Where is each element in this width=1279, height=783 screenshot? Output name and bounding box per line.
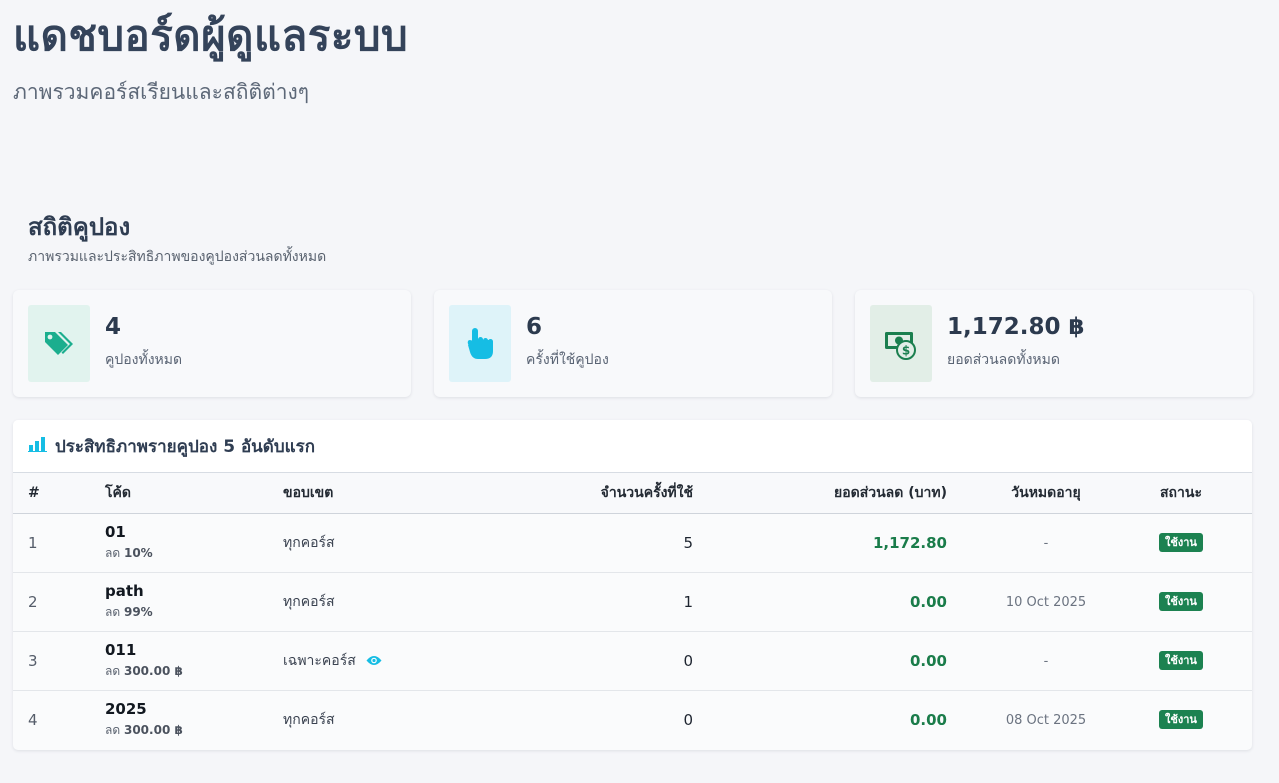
coupon-stats-title: สถิติคูปอง <box>28 213 131 241</box>
coupon-scope: ทุกคอร์ส <box>283 711 335 728</box>
coupon-total-discount: 0.00 <box>693 690 947 749</box>
coupon-status: ใช้งาน <box>1145 513 1252 572</box>
coupon-code-cell: 011 ลด 300.00 ฿ <box>105 631 283 690</box>
discount-value: 1,172.80 <box>872 533 947 552</box>
status-badge: ใช้งาน <box>1159 592 1203 611</box>
status-badge: ใช้งาน <box>1159 651 1203 670</box>
col-header-uses[interactable]: จำนวนครั้งที่ใช้ <box>523 473 693 513</box>
tags-icon <box>28 305 90 382</box>
page-subtitle: ภาพรวมคอร์สเรียนและสถิติต่างๆ <box>13 80 310 104</box>
discount-amount: 10% <box>123 546 153 560</box>
status-badge: ใช้งาน <box>1159 533 1203 552</box>
coupon-expiry: 08 Oct 2025 <box>947 690 1145 749</box>
coupon-performance-header: ประสิทธิภาพรายคูปอง 5 อันดับแรก <box>13 420 1252 473</box>
uses-value: 5 <box>683 533 693 552</box>
coupon-code: 2025 <box>105 700 147 719</box>
stat-value: 6 <box>526 314 543 340</box>
coupon-performance-table: # โค้ด ขอบเขต จำนวนครั้งที่ใช้ ยอดส่วนลด… <box>13 473 1252 749</box>
coupon-uses: 1 <box>523 572 693 631</box>
coupon-stats-header: สถิติคูปอง ภาพรวมและประสิทธิภาพของคูปองส… <box>28 210 326 268</box>
expiry-value: - <box>1043 535 1049 551</box>
coupon-expiry: - <box>947 631 1145 690</box>
coupon-performance-card: ประสิทธิภาพรายคูปอง 5 อันดับแรก # โค้ด ข… <box>13 420 1252 750</box>
coupon-uses: 0 <box>523 690 693 749</box>
coupon-code-cell: path ลด 99% <box>105 572 283 631</box>
expiry-value: 08 Oct 2025 <box>1005 712 1087 728</box>
expiry-value: - <box>1043 653 1049 669</box>
discount-amount: 300.00 ฿ <box>123 664 183 678</box>
col-header-status[interactable]: สถานะ <box>1145 473 1252 513</box>
uses-value: 1 <box>683 592 693 611</box>
stat-label: ยอดส่วนลดทั้งหมด <box>947 352 1060 368</box>
status-badge: ใช้งาน <box>1159 710 1203 730</box>
table-row: 1 01 ลด 10% ทุกคอร์ส 5 1,172.80 - ใช้งาน <box>13 513 1252 572</box>
coupon-stats-subtitle: ภาพรวมและประสิทธิภาพของคูปองส่วนลดทั้งหม… <box>28 249 327 265</box>
stat-label: ครั้งที่ใช้คูปอง <box>526 352 609 368</box>
coupon-discount-rate: ลด 300.00 ฿ <box>105 721 283 740</box>
coupon-uses: 0 <box>523 631 693 690</box>
stat-card-coupon-uses: 6 ครั้งที่ใช้คูปอง <box>434 290 832 397</box>
coupon-total-discount: 0.00 <box>693 572 947 631</box>
discount-value: 0.00 <box>909 710 947 729</box>
discount-value: 0.00 <box>909 651 947 670</box>
coupon-code: path <box>105 582 144 600</box>
coupon-status: ใช้งาน <box>1145 690 1252 749</box>
expiry-value: 10 Oct 2025 <box>1005 594 1087 610</box>
row-number: 3 <box>28 651 38 670</box>
table-row: 3 011 ลด 300.00 ฿ เฉพาะคอร์ส 0 0.00 - ใช… <box>13 631 1252 690</box>
eye-icon[interactable] <box>366 655 382 666</box>
coupon-performance-title: ประสิทธิภาพรายคูปอง 5 อันดับแรก <box>55 436 315 457</box>
hand-pointer-icon <box>449 305 511 382</box>
coupon-expiry: - <box>947 513 1145 572</box>
discount-prefix: ลด <box>105 605 121 619</box>
row-number: 1 <box>28 533 38 552</box>
coupon-total-discount: 1,172.80 <box>693 513 947 572</box>
discount-amount: 99% <box>123 605 153 619</box>
coupon-scope: เฉพาะคอร์ส <box>283 652 356 669</box>
page-header: แดชบอร์ดผู้ดูแลระบบ ภาพรวมคอร์สเรียนและส… <box>13 8 408 109</box>
col-header-discount[interactable]: ยอดส่วนลด (บาท) <box>693 473 947 513</box>
coupon-code: 01 <box>105 523 126 541</box>
discount-prefix: ลด <box>105 723 121 738</box>
coupon-discount-rate: ลด 10% <box>105 544 283 563</box>
coupon-scope: ทุกคอร์ส <box>283 593 335 610</box>
row-number: 4 <box>28 710 38 729</box>
coupon-code-cell: 01 ลด 10% <box>105 513 283 572</box>
stat-value: 4 <box>105 314 122 340</box>
table-row: 4 2025 ลด 300.00 ฿ ทุกคอร์ส 0 0.00 08 Oc… <box>13 690 1252 749</box>
stat-label: คูปองทั้งหมด <box>105 352 183 368</box>
coupon-scope-cell: เฉพาะคอร์ส <box>283 631 523 690</box>
coupon-discount-rate: ลด 99% <box>105 603 283 622</box>
svg-text:$: $ <box>902 343 910 357</box>
bar-chart-icon <box>28 436 47 456</box>
money-bill-icon: $ <box>870 305 932 382</box>
coupon-discount-rate: ลด 300.00 ฿ <box>105 662 283 681</box>
stat-card-total-coupons: 4 คูปองทั้งหมด <box>13 290 411 397</box>
stat-card-total-discount: $ 1,172.80 ฿ ยอดส่วนลดทั้งหมด <box>855 290 1253 397</box>
coupon-scope: ทุกคอร์ส <box>283 534 335 551</box>
discount-value: 0.00 <box>909 592 947 611</box>
page-title: แดชบอร์ดผู้ดูแลระบบ <box>13 11 409 60</box>
discount-prefix: ลด <box>105 546 121 560</box>
coupon-uses: 5 <box>523 513 693 572</box>
col-header-scope[interactable]: ขอบเขต <box>283 473 523 513</box>
coupon-code: 011 <box>105 641 137 659</box>
discount-amount: 300.00 ฿ <box>123 723 183 738</box>
coupon-status: ใช้งาน <box>1145 572 1252 631</box>
table-row: 2 path ลด 99% ทุกคอร์ส 1 0.00 10 Oct 202… <box>13 572 1252 631</box>
coupon-expiry: 10 Oct 2025 <box>947 572 1145 631</box>
coupon-code-cell: 2025 ลด 300.00 ฿ <box>105 690 283 749</box>
col-header-code[interactable]: โค้ด <box>105 473 283 513</box>
discount-prefix: ลด <box>105 664 121 678</box>
table-header-row: # โค้ด ขอบเขต จำนวนครั้งที่ใช้ ยอดส่วนลด… <box>13 473 1252 513</box>
coupon-total-discount: 0.00 <box>693 631 947 690</box>
col-header-number[interactable]: # <box>13 473 105 513</box>
stat-value: 1,172.80 ฿ <box>947 314 1085 340</box>
col-header-expiry[interactable]: วันหมดอายุ <box>947 473 1145 513</box>
uses-value: 0 <box>683 710 693 729</box>
row-number: 2 <box>28 592 38 611</box>
uses-value: 0 <box>683 651 693 670</box>
coupon-status: ใช้งาน <box>1145 631 1252 690</box>
